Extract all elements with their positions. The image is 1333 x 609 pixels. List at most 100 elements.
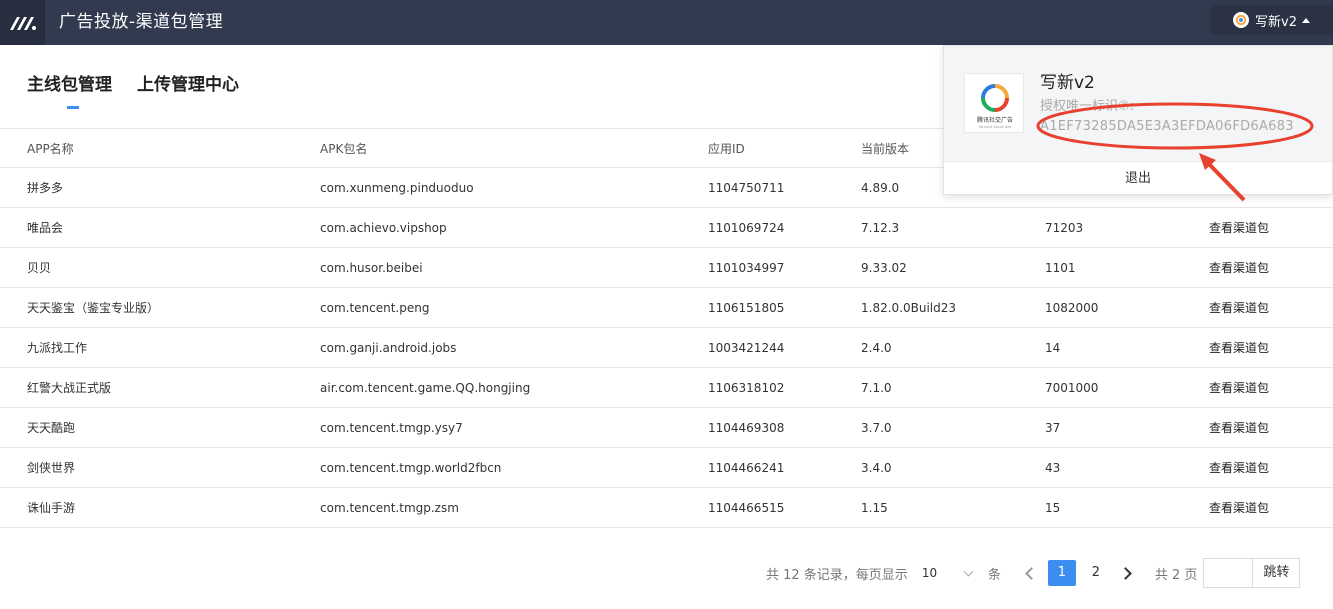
user-menu-toggle[interactable]: 写新v2 bbox=[1211, 5, 1333, 35]
account-name: 写新v2 bbox=[1040, 73, 1095, 93]
apk-package: com.tencent.peng bbox=[320, 301, 430, 315]
chevron-right-icon bbox=[1119, 566, 1133, 580]
table-row: 天天鉴宝（鉴宝专业版） com.tencent.peng 1106151805 1.8… bbox=[0, 288, 1333, 328]
version-code: 71203 bbox=[1045, 221, 1084, 235]
app-id: 1003421244 bbox=[708, 341, 785, 355]
version: 2.4.0 bbox=[861, 341, 892, 355]
version: 4.89.0 bbox=[861, 181, 900, 195]
version: 1.15 bbox=[861, 501, 888, 515]
logo-caption: 腾讯社交广告 bbox=[977, 116, 1013, 124]
app-id: 1104466241 bbox=[708, 461, 785, 475]
version: 9.33.02 bbox=[861, 261, 907, 275]
top-navbar: 广告投放-渠道包管理 写新v2 bbox=[0, 0, 1333, 45]
version: 3.7.0 bbox=[861, 421, 892, 435]
app-name: 唯品会 bbox=[27, 221, 64, 235]
table-row: 诛仙手游 com.tencent.tmgp.zsm 1104466515 1.15 15… bbox=[0, 488, 1333, 528]
app-id: 1106318102 bbox=[708, 381, 785, 395]
chevron-down-icon bbox=[963, 566, 974, 576]
app-name: 红警大战正式版 bbox=[27, 381, 112, 395]
app-name: 九派找工作 bbox=[27, 341, 88, 355]
auth-id-label: 授权唯一标识⑦: bbox=[1040, 99, 1135, 114]
app-id: 1104466515 bbox=[708, 501, 785, 515]
column-header-app-name: APP名称 bbox=[27, 142, 74, 156]
view-channel-package-link[interactable]: 查看渠道包 bbox=[1209, 408, 1269, 448]
chevron-left-icon bbox=[1025, 566, 1039, 580]
logo-icon bbox=[9, 16, 36, 30]
version-code: 7001000 bbox=[1045, 381, 1099, 395]
apk-package: com.husor.beibei bbox=[320, 261, 423, 275]
view-channel-package-link[interactable]: 查看渠道包 bbox=[1209, 328, 1269, 368]
app-logo[interactable] bbox=[0, 0, 45, 45]
column-header-version: 当前版本 bbox=[861, 142, 910, 156]
apk-package: com.achievo.vipshop bbox=[320, 221, 447, 235]
app-name: 拼多多 bbox=[27, 181, 64, 195]
auth-id-value: A1EF73285DA5E3A3EFDA06FD6A683 bbox=[1040, 119, 1294, 134]
page-size-select[interactable]: 10 bbox=[912, 558, 980, 588]
goto-page-input[interactable] bbox=[1203, 558, 1254, 588]
next-page-button[interactable] bbox=[1113, 558, 1143, 588]
apk-package: com.tencent.tmgp.zsm bbox=[320, 501, 459, 515]
version: 3.4.0 bbox=[861, 461, 892, 475]
logout-button[interactable]: 退出 bbox=[944, 161, 1332, 195]
tab-main-package[interactable]: 主线包管理 bbox=[27, 70, 112, 109]
user-dropdown-header: 腾讯社交广告 Tencent Social Ads 写新v2 授权唯一标识⑦: … bbox=[944, 46, 1332, 161]
column-header-app-id: 应用ID bbox=[708, 142, 745, 156]
view-channel-package-link[interactable]: 查看渠道包 bbox=[1209, 288, 1269, 328]
version: 7.12.3 bbox=[861, 221, 900, 235]
app-name: 贝贝 bbox=[27, 261, 52, 275]
page-button-2[interactable]: 2 bbox=[1082, 560, 1110, 586]
apk-package: com.ganji.android.jobs bbox=[320, 341, 457, 355]
app-id: 1106151805 bbox=[708, 301, 785, 315]
user-name: 写新v2 bbox=[1255, 14, 1297, 30]
page-title: 广告投放-渠道包管理 bbox=[59, 12, 224, 32]
pagination: 共 12 条记录，每页显示 10 条 1 2 共 2 页 跳转 bbox=[766, 558, 1301, 588]
apk-package: com.tencent.tmgp.ysy7 bbox=[320, 421, 463, 435]
view-channel-package-link[interactable]: 查看渠道包 bbox=[1209, 248, 1269, 288]
tencent-ads-logo-icon: 腾讯社交广告 Tencent Social Ads bbox=[977, 84, 1013, 129]
view-channel-package-link[interactable]: 查看渠道包 bbox=[1209, 488, 1269, 528]
version-code: 37 bbox=[1045, 421, 1061, 435]
table-row: 九派找工作 com.ganji.android.jobs 1003421244 2.4… bbox=[0, 328, 1333, 368]
total-records-text: 共 12 条记录，每页显示 bbox=[766, 567, 908, 583]
table-row: 剑侠世界 com.tencent.tmgp.world2fbcn 110446624… bbox=[0, 448, 1333, 488]
app-name: 天天鉴宝（鉴宝专业版） bbox=[27, 301, 160, 315]
version-code: 43 bbox=[1045, 461, 1061, 475]
app-name: 天天酷跑 bbox=[27, 421, 76, 435]
view-channel-package-link[interactable]: 查看渠道包 bbox=[1209, 368, 1269, 408]
app-name: 诛仙手游 bbox=[27, 501, 76, 515]
apk-package: com.xunmeng.pinduoduo bbox=[320, 181, 474, 195]
account-logo: 腾讯社交广告 Tencent Social Ads bbox=[964, 73, 1024, 133]
app-id: 1101069724 bbox=[708, 221, 785, 235]
app-name: 剑侠世界 bbox=[27, 461, 76, 475]
app-id: 1104750711 bbox=[708, 181, 785, 195]
goto-page-button[interactable]: 跳转 bbox=[1253, 558, 1301, 588]
version-code: 15 bbox=[1045, 501, 1061, 515]
table-row: 天天酷跑 com.tencent.tmgp.ysy7 1104469308 3.7.0… bbox=[0, 408, 1333, 448]
table-row: 唯品会 com.achievo.vipshop 1101069724 7.12.3 71… bbox=[0, 208, 1333, 248]
column-header-apk: APK包名 bbox=[320, 142, 368, 156]
version: 7.1.0 bbox=[861, 381, 892, 395]
version-code: 1082000 bbox=[1045, 301, 1099, 315]
table-row: 贝贝 com.husor.beibei 1101034997 9.33.02 1101 查… bbox=[0, 248, 1333, 288]
version: 1.82.0.0Build23 bbox=[861, 301, 957, 315]
page-size-value: 10 bbox=[921, 566, 938, 580]
page-size-unit: 条 bbox=[987, 567, 1001, 583]
avatar-icon bbox=[1233, 12, 1249, 28]
page-button-1[interactable]: 1 bbox=[1047, 560, 1076, 586]
version-code: 1101 bbox=[1045, 261, 1076, 275]
apk-package: com.tencent.tmgp.world2fbcn bbox=[320, 461, 502, 475]
caret-up-icon bbox=[1301, 17, 1310, 23]
table-row: 红警大战正式版 air.com.tencent.game.QQ.hongjing 1… bbox=[0, 368, 1333, 408]
tab-upload-center[interactable]: 上传管理中心 bbox=[137, 70, 239, 109]
logo-subcaption: Tencent Social Ads bbox=[978, 125, 1012, 129]
total-pages-text: 共 2 页 bbox=[1154, 567, 1198, 583]
app-id: 1101034997 bbox=[708, 261, 785, 275]
tab-bar: 主线包管理 上传管理中心 bbox=[27, 70, 264, 109]
prev-page-button[interactable] bbox=[1015, 558, 1045, 588]
version-code: 14 bbox=[1045, 341, 1061, 355]
view-channel-package-link[interactable]: 查看渠道包 bbox=[1209, 448, 1269, 488]
user-dropdown: 腾讯社交广告 Tencent Social Ads 写新v2 授权唯一标识⑦: … bbox=[943, 45, 1333, 195]
app-id: 1104469308 bbox=[708, 421, 785, 435]
apk-package: air.com.tencent.game.QQ.hongjing bbox=[320, 381, 531, 395]
view-channel-package-link[interactable]: 查看渠道包 bbox=[1209, 208, 1269, 248]
